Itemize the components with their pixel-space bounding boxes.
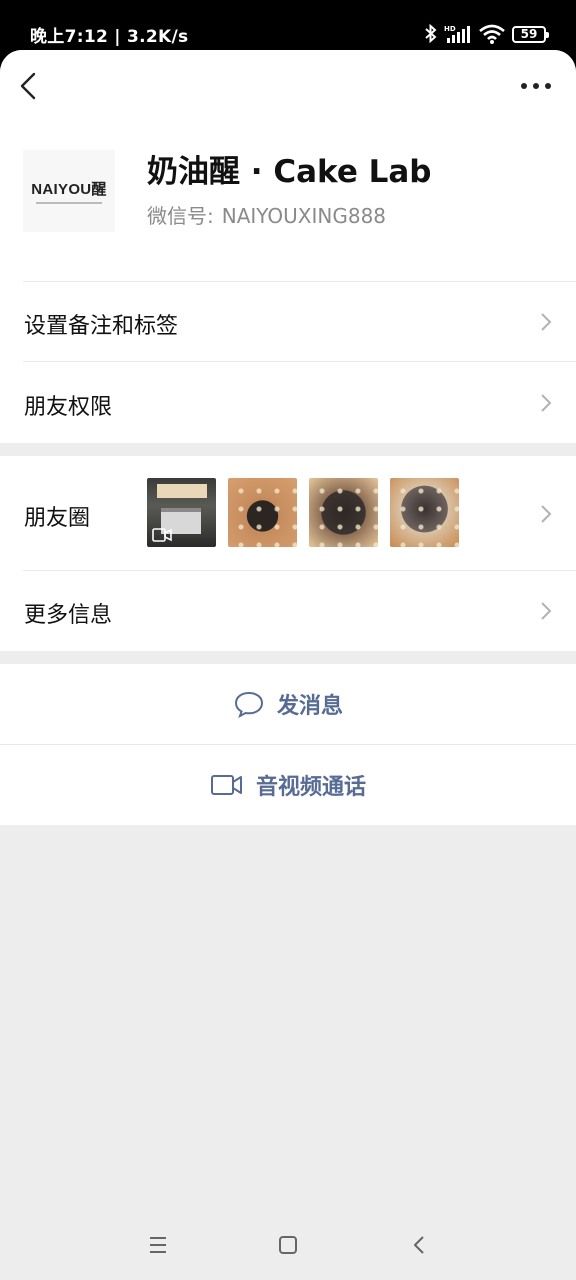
row-remark-tags[interactable]: 设置备注和标签: [0, 282, 576, 362]
wifi-icon: [479, 24, 505, 44]
status-icons: HD 59: [424, 20, 549, 48]
avatar-logo-underline: [36, 202, 102, 204]
status-bar: 晚上7:12 | 3.2K/s HD 59: [0, 0, 576, 52]
more-dots-icon[interactable]: [516, 74, 556, 98]
svg-text:HD: HD: [444, 25, 456, 33]
avatar[interactable]: NAIYOU醒: [23, 150, 115, 232]
video-camera-icon: [210, 775, 242, 795]
send-message-label: 发消息: [276, 694, 343, 719]
avatar-logo-text: NAIYOU醒: [31, 181, 107, 198]
row-moments[interactable]: 朋友圈: [0, 456, 576, 570]
top-bar: [0, 50, 576, 122]
contact-profile-screen: NAIYOU醒 奶油醒 · Cake Lab 微信号: NAIYOUXING888…: [0, 50, 576, 1280]
moments-thumbnails: [147, 478, 459, 547]
actions-section: 发消息 音视频通话: [0, 664, 576, 825]
row-label-more-info: 更多信息: [24, 603, 113, 628]
row-friend-permissions[interactable]: 朋友权限: [0, 362, 576, 443]
chevron-right-icon: [541, 313, 552, 331]
moments-thumb-cake: [228, 478, 297, 547]
moments-section: 朋友圈 更多信息: [0, 456, 576, 651]
wechat-id-line: 微信号: NAIYOUXING888: [147, 200, 386, 229]
profile-name: 奶油醒 · Cake Lab: [147, 154, 432, 190]
wechat-id-label: 微信号:: [147, 204, 214, 228]
profile-section: NAIYOU醒 奶油醒 · Cake Lab 微信号: NAIYOUXING888…: [0, 50, 576, 443]
chevron-right-icon: [541, 505, 552, 523]
battery-icon: 59: [512, 25, 549, 43]
row-label-moments: 朋友圈: [24, 506, 91, 531]
video-icon: [152, 528, 172, 542]
chat-bubble-icon: [234, 691, 263, 718]
chevron-right-icon: [541, 394, 552, 412]
back-icon[interactable]: [405, 1230, 435, 1260]
wechat-id-value: NAIYOUXING888: [221, 204, 387, 228]
chevron-right-icon: [541, 602, 552, 620]
moments-thumb-cake: [390, 478, 459, 547]
battery-level: 59: [520, 27, 538, 41]
row-label-remark-tags: 设置备注和标签: [24, 314, 179, 339]
menu-icon[interactable]: [143, 1230, 173, 1260]
profile-header: NAIYOU醒 奶油醒 · Cake Lab 微信号: NAIYOUXING888: [0, 122, 576, 282]
row-label-friend-permissions: 朋友权限: [24, 395, 113, 420]
system-nav-bar: [0, 1210, 576, 1280]
moments-thumb-cake: [309, 478, 378, 547]
bluetooth-icon: [425, 23, 437, 44]
voice-video-call-button[interactable]: 音视频通话: [0, 745, 576, 825]
moments-thumb-video: [147, 478, 216, 547]
status-time-speed: 晚上7:12 | 3.2K/s: [30, 27, 189, 47]
hd-signal-icon: HD: [444, 25, 470, 43]
voice-video-call-label: 音视频通话: [255, 775, 366, 800]
chevron-left-icon[interactable]: [14, 70, 44, 102]
home-icon[interactable]: [273, 1230, 303, 1260]
send-message-button[interactable]: 发消息: [0, 664, 576, 744]
row-more-info[interactable]: 更多信息: [0, 571, 576, 651]
